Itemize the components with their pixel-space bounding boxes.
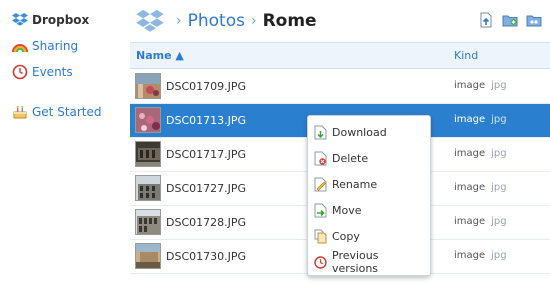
dropbox-logo-icon[interactable] [136, 9, 164, 33]
file-name: DSC01717.JPG [166, 148, 247, 161]
file-kind: image jpg [454, 250, 507, 261]
menu-item-label: Copy [332, 229, 360, 243]
context-menu: Download Delete Rename Move Copy Previou… [307, 115, 431, 276]
file-kind: image jpg [454, 80, 507, 91]
sidebar-item-dropbox[interactable]: Dropbox [12, 11, 89, 29]
column-header-kind[interactable]: Kind [454, 49, 478, 62]
menu-item-copy[interactable]: Copy [314, 226, 426, 246]
file-kind: image jpg [454, 114, 507, 125]
menu-item-previous-versions[interactable]: Previous versions [314, 249, 426, 275]
breadcrumb-photos-link[interactable]: Photos [188, 11, 245, 31]
sidebar-item-events[interactable]: Events [12, 63, 73, 81]
file-kind: image jpg [454, 182, 507, 193]
breadcrumb-current-folder: Rome [262, 11, 317, 31]
photo-thumbnail [135, 243, 161, 269]
download-icon [314, 125, 327, 140]
file-kind: image jpg [454, 216, 507, 227]
file-name: DSC01727.JPG [166, 182, 247, 195]
table-header: Name ▲ Kind [130, 42, 550, 69]
photo-thumbnail [135, 107, 161, 133]
upload-file-icon[interactable] [478, 12, 494, 28]
photo-thumbnail [135, 141, 161, 167]
move-icon [314, 203, 327, 218]
dropbox-logo-icon [12, 12, 28, 28]
file-name: DSC01713.JPG [166, 114, 247, 127]
column-header-name[interactable]: Name ▲ [136, 49, 184, 62]
menu-item-delete[interactable]: Delete [314, 148, 426, 168]
rainbow-icon [12, 38, 28, 54]
menu-item-rename[interactable]: Rename [314, 174, 426, 194]
photo-thumbnail [135, 73, 161, 99]
rename-icon [314, 177, 327, 192]
shared-folder-icon[interactable] [526, 12, 542, 28]
menu-item-label: Download [332, 125, 387, 139]
sidebar-item-label: Dropbox [32, 13, 90, 27]
file-name: DSC01728.JPG [166, 216, 247, 229]
clock-icon [12, 64, 28, 80]
delete-icon [314, 151, 327, 166]
table-row[interactable]: DSC01709.JPG image jpg [130, 70, 550, 104]
sidebar-item-label: Sharing [32, 39, 79, 53]
clock-icon [314, 255, 327, 270]
menu-item-label: Rename [332, 177, 378, 191]
new-folder-icon[interactable] [502, 12, 518, 28]
menu-item-download[interactable]: Download [314, 122, 426, 142]
photo-thumbnail [135, 175, 161, 201]
copy-icon [314, 229, 327, 244]
sidebar-item-label: Events [32, 65, 73, 79]
menu-item-label: Delete [332, 151, 369, 165]
file-name: DSC01709.JPG [166, 80, 247, 93]
sidebar: Dropbox Sharing Events Get Started [0, 0, 122, 284]
breadcrumb-separator: › [176, 13, 182, 29]
sidebar-item-sharing[interactable]: Sharing [12, 37, 78, 55]
menu-item-label: Previous versions [332, 249, 379, 275]
file-name: DSC01730.JPG [166, 250, 247, 263]
menu-item-label: Move [332, 203, 362, 217]
sidebar-item-get-started[interactable]: Get Started [12, 103, 102, 121]
toolbar [478, 12, 542, 28]
cake-icon [12, 104, 28, 120]
breadcrumb-separator: › [250, 13, 257, 29]
photo-thumbnail [135, 209, 161, 235]
menu-item-move[interactable]: Move [314, 200, 426, 220]
breadcrumb: › Photos › Rome [136, 8, 317, 34]
file-kind: image jpg [454, 148, 507, 159]
sidebar-item-label: Get Started [32, 105, 102, 119]
